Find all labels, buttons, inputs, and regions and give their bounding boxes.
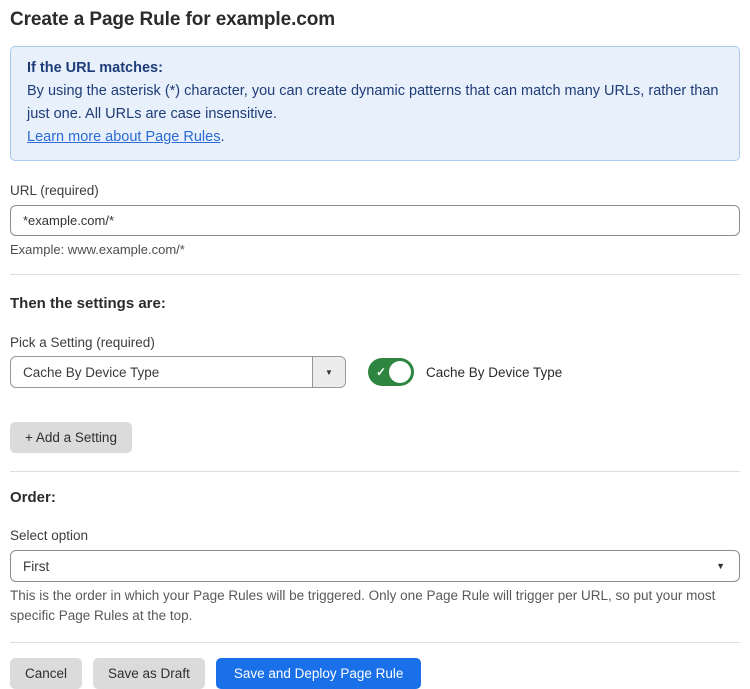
settings-section-heading: Then the settings are:: [10, 295, 740, 312]
setting-select-arrow-button[interactable]: ▼: [312, 357, 345, 387]
info-link-line: Learn more about Page Rules.: [27, 126, 723, 149]
toggle-knob: [389, 361, 411, 383]
save-deploy-button[interactable]: Save and Deploy Page Rule: [216, 658, 422, 689]
divider: [10, 274, 740, 275]
cancel-button[interactable]: Cancel: [10, 658, 82, 689]
toggle-label: Cache By Device Type: [426, 365, 562, 380]
info-box-heading: If the URL matches:: [27, 57, 723, 80]
order-select-value: First: [23, 559, 49, 574]
learn-more-link[interactable]: Learn more about Page Rules: [27, 129, 220, 145]
pick-setting-label: Pick a Setting (required): [10, 335, 740, 350]
cache-device-toggle[interactable]: ✓: [368, 358, 414, 386]
chevron-down-icon: ▼: [716, 561, 725, 571]
add-setting-button[interactable]: + Add a Setting: [10, 422, 132, 453]
page-title: Create a Page Rule for example.com: [10, 9, 740, 31]
setting-select-value: Cache By Device Type: [11, 357, 312, 387]
chevron-down-icon: ▼: [325, 368, 333, 377]
check-icon: ✓: [376, 366, 386, 378]
order-help-text: This is the order in which your Page Rul…: [10, 586, 740, 626]
url-example-text: Example: www.example.com/*: [10, 242, 740, 257]
save-draft-button[interactable]: Save as Draft: [93, 658, 205, 689]
order-select-label: Select option: [10, 528, 740, 543]
order-select[interactable]: First ▼: [10, 550, 740, 582]
divider: [10, 471, 740, 472]
link-period: .: [220, 129, 224, 145]
setting-row: Cache By Device Type ▼ ✓ Cache By Device…: [10, 356, 740, 388]
setting-select[interactable]: Cache By Device Type ▼: [10, 356, 346, 388]
url-match-info-box: If the URL matches: By using the asteris…: [10, 46, 740, 161]
divider: [10, 642, 740, 643]
footer-actions: Cancel Save as Draft Save and Deploy Pag…: [10, 658, 740, 689]
order-section-heading: Order:: [10, 489, 740, 506]
url-field-label: URL (required): [10, 183, 740, 198]
url-input[interactable]: [10, 205, 740, 236]
info-box-body: By using the asterisk (*) character, you…: [27, 80, 723, 126]
